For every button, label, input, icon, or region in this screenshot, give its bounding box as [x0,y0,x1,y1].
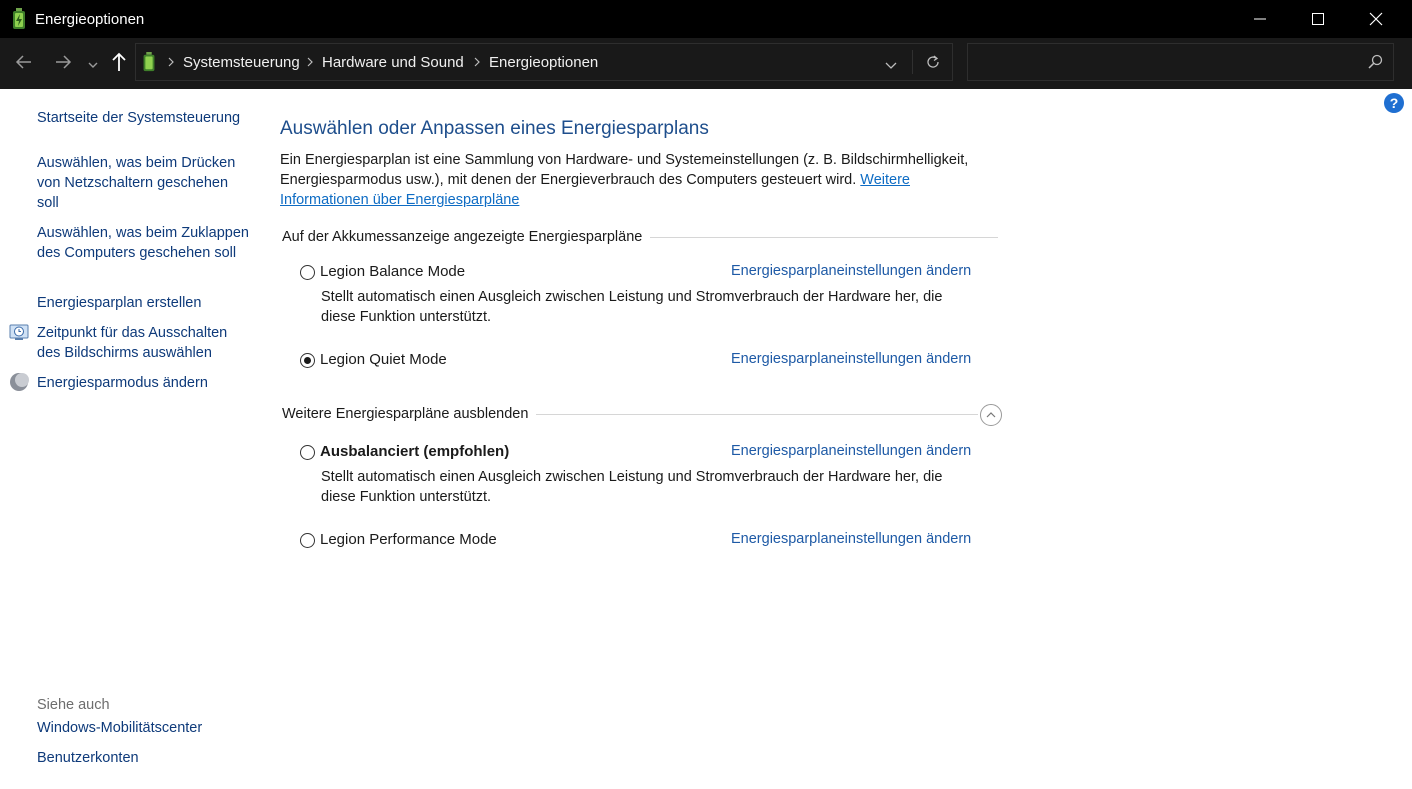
sidebar: Startseite der Systemsteuerung Auswählen… [0,89,260,789]
plan-description-legion-balance: Stellt automatisch einen Ausgleich zwisc… [321,289,943,325]
chevron-down-icon [88,62,98,68]
plan-radio-ausbalanciert[interactable] [300,445,315,460]
plan-name-ausbalanciert[interactable]: Ausbalanciert (empfohlen) [320,443,509,460]
section-header-hide-plans: Weitere Energiesparpläne ausblenden [282,406,537,422]
plan-settings-link-legion-balance[interactable]: Energiesparplaneinstellungen ändern [731,263,971,279]
sidebar-link-sleep-mode[interactable]: Energiesparmodus ändern [37,373,252,393]
address-bar[interactable]: Systemsteuerung Hardware und Sound Energ… [135,43,953,81]
help-button[interactable]: ? [1383,92,1405,119]
plan-description-ausbalanciert: Stellt automatisch einen Ausgleich zwisc… [321,469,943,505]
battery-icon [141,52,157,77]
chevron-right-icon [168,57,174,67]
refresh-button[interactable] [925,54,941,75]
search-icon [1367,54,1383,75]
battery-icon [11,8,27,35]
see-also-label: Siehe auch [37,697,110,713]
address-divider [912,50,913,74]
arrow-left-icon [15,55,31,69]
plan-settings-link-legion-performance[interactable]: Energiesparplaneinstellungen ändern [731,531,971,547]
arrow-up-icon [112,52,126,71]
chevron-right-icon [307,57,313,67]
up-button[interactable] [110,51,128,78]
sidebar-link-lid-close[interactable]: Auswählen, was beim Zuklappen des Comput… [37,223,252,263]
minimize-icon [1254,18,1266,20]
plan-name-legion-balance[interactable]: Legion Balance Mode [320,263,465,280]
window-title: Energieoptionen [35,11,145,28]
breadcrumb-energieoptionen[interactable]: Energieoptionen [489,54,598,71]
plan-name-legion-quiet[interactable]: Legion Quiet Mode [320,351,447,368]
svg-text:?: ? [1390,95,1399,111]
plan-settings-link-legion-quiet[interactable]: Energiesparplaneinstellungen ändern [731,351,971,367]
sidebar-link-home[interactable]: Startseite der Systemsteuerung [37,108,257,128]
minimize-button[interactable] [1231,0,1289,38]
page-title: Auswählen oder Anpassen eines Energiespa… [280,118,709,139]
back-button[interactable] [14,52,34,77]
forward-button[interactable] [53,52,73,77]
arrow-right-icon [56,55,72,69]
intro-text: Ein Energiesparplan ist eine Sammlung vo… [280,150,1000,210]
address-dropdown-button[interactable] [884,58,898,76]
collapse-button[interactable] [980,404,1002,426]
see-also-link-user-accounts[interactable]: Benutzerkonten [37,748,252,768]
title-bar: Energieoptionen [0,0,1412,38]
chevron-right-icon [474,57,480,67]
maximize-icon [1312,13,1324,25]
recent-locations-button[interactable] [87,57,99,75]
close-button[interactable] [1347,0,1405,38]
plan-settings-link-ausbalanciert[interactable]: Energiesparplaneinstellungen ändern [731,443,971,459]
chevron-down-icon [885,62,897,69]
sidebar-link-create-plan[interactable]: Energiesparplan erstellen [37,293,252,313]
plan-name-legion-performance[interactable]: Legion Performance Mode [320,531,497,548]
refresh-icon [927,55,939,68]
maximize-button[interactable] [1289,0,1347,38]
plan-radio-legion-balance[interactable] [300,265,315,280]
moon-icon [9,372,29,397]
see-also-link-mobility-center[interactable]: Windows-Mobilitätscenter [37,718,252,738]
search-input[interactable] [967,43,1394,81]
breadcrumb-hardware-und-sound[interactable]: Hardware und Sound [322,54,464,71]
chevron-up-icon [986,412,996,418]
close-icon [1369,12,1383,26]
help-icon: ? [1384,93,1404,113]
plan-radio-legion-quiet[interactable] [300,353,315,368]
plan-radio-legion-performance[interactable] [300,533,315,548]
sidebar-link-display-off[interactable]: Zeitpunkt für das Ausschalten des Bildsc… [37,323,252,363]
breadcrumb-systemsteuerung[interactable]: Systemsteuerung [183,54,300,71]
navigation-bar: Systemsteuerung Hardware und Sound Energ… [0,38,1412,89]
monitor-clock-icon [9,322,31,347]
sidebar-link-power-buttons[interactable]: Auswählen, was beim Drücken von Netzscha… [37,153,252,213]
section-header-shown-plans: Auf der Akkumessanzeige angezeigte Energ… [282,229,651,245]
